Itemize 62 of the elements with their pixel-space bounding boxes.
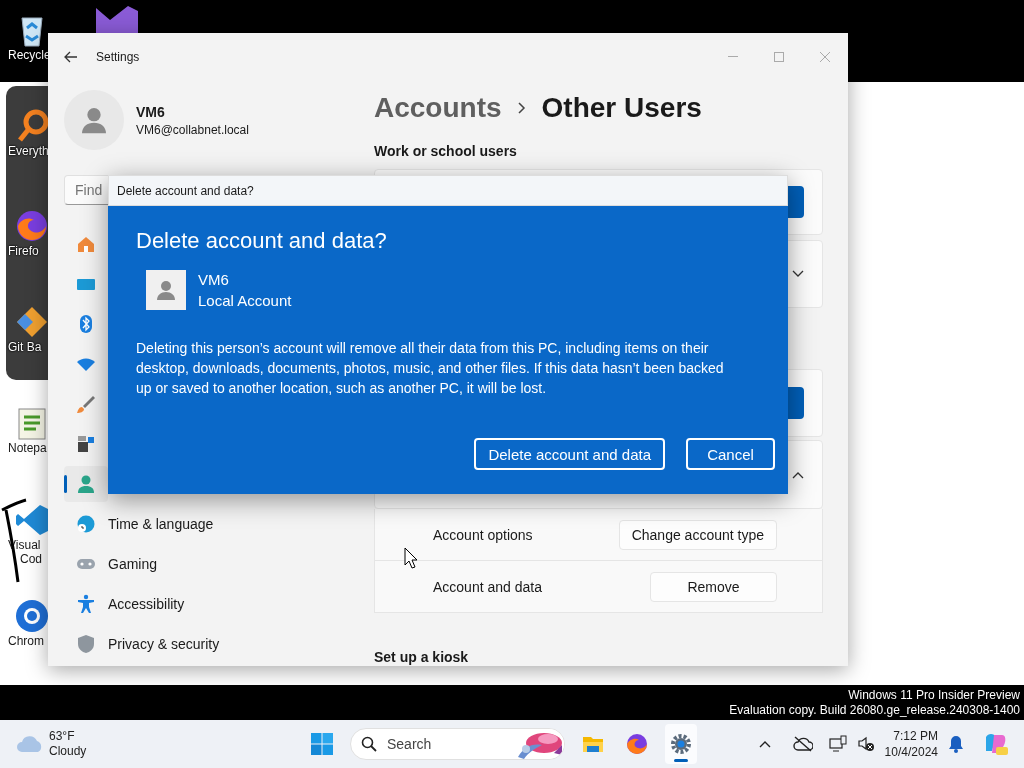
browser-icon	[625, 732, 649, 756]
user-email: VM6@collabnet.local	[136, 122, 249, 137]
minimize-icon	[728, 56, 738, 58]
four-squares-icon	[310, 732, 334, 756]
row-label: Account options	[433, 526, 533, 543]
account-type: Local Account	[198, 292, 292, 309]
nav-item[interactable]: Time & language	[64, 506, 226, 542]
bell-icon[interactable]	[948, 735, 964, 753]
nav-item[interactable]: Gaming	[64, 546, 170, 582]
speaker-muted-icon[interactable]	[856, 735, 875, 753]
home-icon	[76, 234, 96, 254]
desktop-icon-label: Notepa	[7, 441, 47, 455]
brush-icon	[76, 394, 96, 414]
temperature: 63°F	[49, 729, 76, 744]
row-button[interactable]: Change account type	[618, 519, 777, 550]
delete-button[interactable]: Delete account and data	[474, 438, 665, 470]
taskbar-app[interactable]	[665, 724, 697, 764]
globe-clock-icon	[76, 514, 96, 534]
row-button[interactable]: Remove	[650, 571, 777, 602]
taskbar-search[interactable]: Search	[350, 728, 565, 760]
weather-condition: Cloudy	[49, 744, 87, 759]
chevron-up-icon[interactable]	[758, 740, 771, 748]
dialog-title: Delete account and data?	[117, 183, 254, 198]
desktop-icon-label: Chrom	[7, 634, 44, 648]
dialog-heading: Delete account and data?	[136, 228, 388, 254]
watermark-text: Windows 11 Pro Insider Preview	[848, 687, 1020, 703]
apps-icon	[76, 434, 96, 454]
cloud-off-icon[interactable]	[792, 736, 813, 752]
watermark-text: Evaluation copy. Build 26080.ge_release.240308-1400	[729, 702, 1020, 718]
user-name: VM6	[136, 103, 166, 120]
section-heading: Work or school users	[374, 143, 518, 159]
desktop-icon-label: Everyth	[7, 144, 49, 158]
avatar	[146, 270, 186, 310]
chevron-up-icon[interactable]	[792, 470, 804, 479]
code-editor-icon[interactable]	[14, 502, 50, 538]
nav-item[interactable]: Privacy & security	[64, 626, 232, 662]
desktop-icon-label: Cod	[19, 552, 42, 566]
browser-icon[interactable]	[14, 208, 50, 244]
accessibility-icon	[76, 594, 96, 614]
nav-item[interactable]	[64, 466, 108, 502]
window-title: Settings	[96, 50, 140, 64]
desktop-icon-label: Firefo	[7, 244, 39, 258]
clock[interactable]: 7:12 PM 10/4/2024	[884, 728, 938, 760]
page-title: Other Users	[541, 92, 702, 124]
gear-icon	[669, 732, 693, 756]
cancel-button[interactable]: Cancel	[686, 438, 775, 470]
monitor-icon[interactable]	[828, 735, 847, 753]
section-heading: Set up a kiosk	[374, 649, 470, 665]
account-name: VM6	[198, 271, 230, 288]
breadcrumb-link[interactable]: Accounts	[374, 92, 502, 124]
shield-icon	[76, 634, 96, 654]
dialog-message: Deleting this person’s account will remove all their data from this PC, including items on their desktop, downloads, documents, photos, music, and other files. If this data hasn’t been backed up or saved to another location, such as another PC, it will be lost.	[136, 339, 725, 398]
row-label: Account and data	[433, 578, 542, 595]
back-arrow-icon[interactable]	[64, 51, 78, 63]
desktop-icon-label: Git Ba	[7, 340, 42, 354]
chevron-down-icon[interactable]	[792, 270, 804, 278]
close-icon	[820, 52, 830, 62]
maximize-icon	[774, 52, 784, 62]
chevron-right-icon	[517, 102, 526, 114]
person-icon	[76, 474, 96, 494]
nav-item[interactable]: Accessibility	[64, 586, 197, 622]
search-icon	[361, 736, 377, 752]
